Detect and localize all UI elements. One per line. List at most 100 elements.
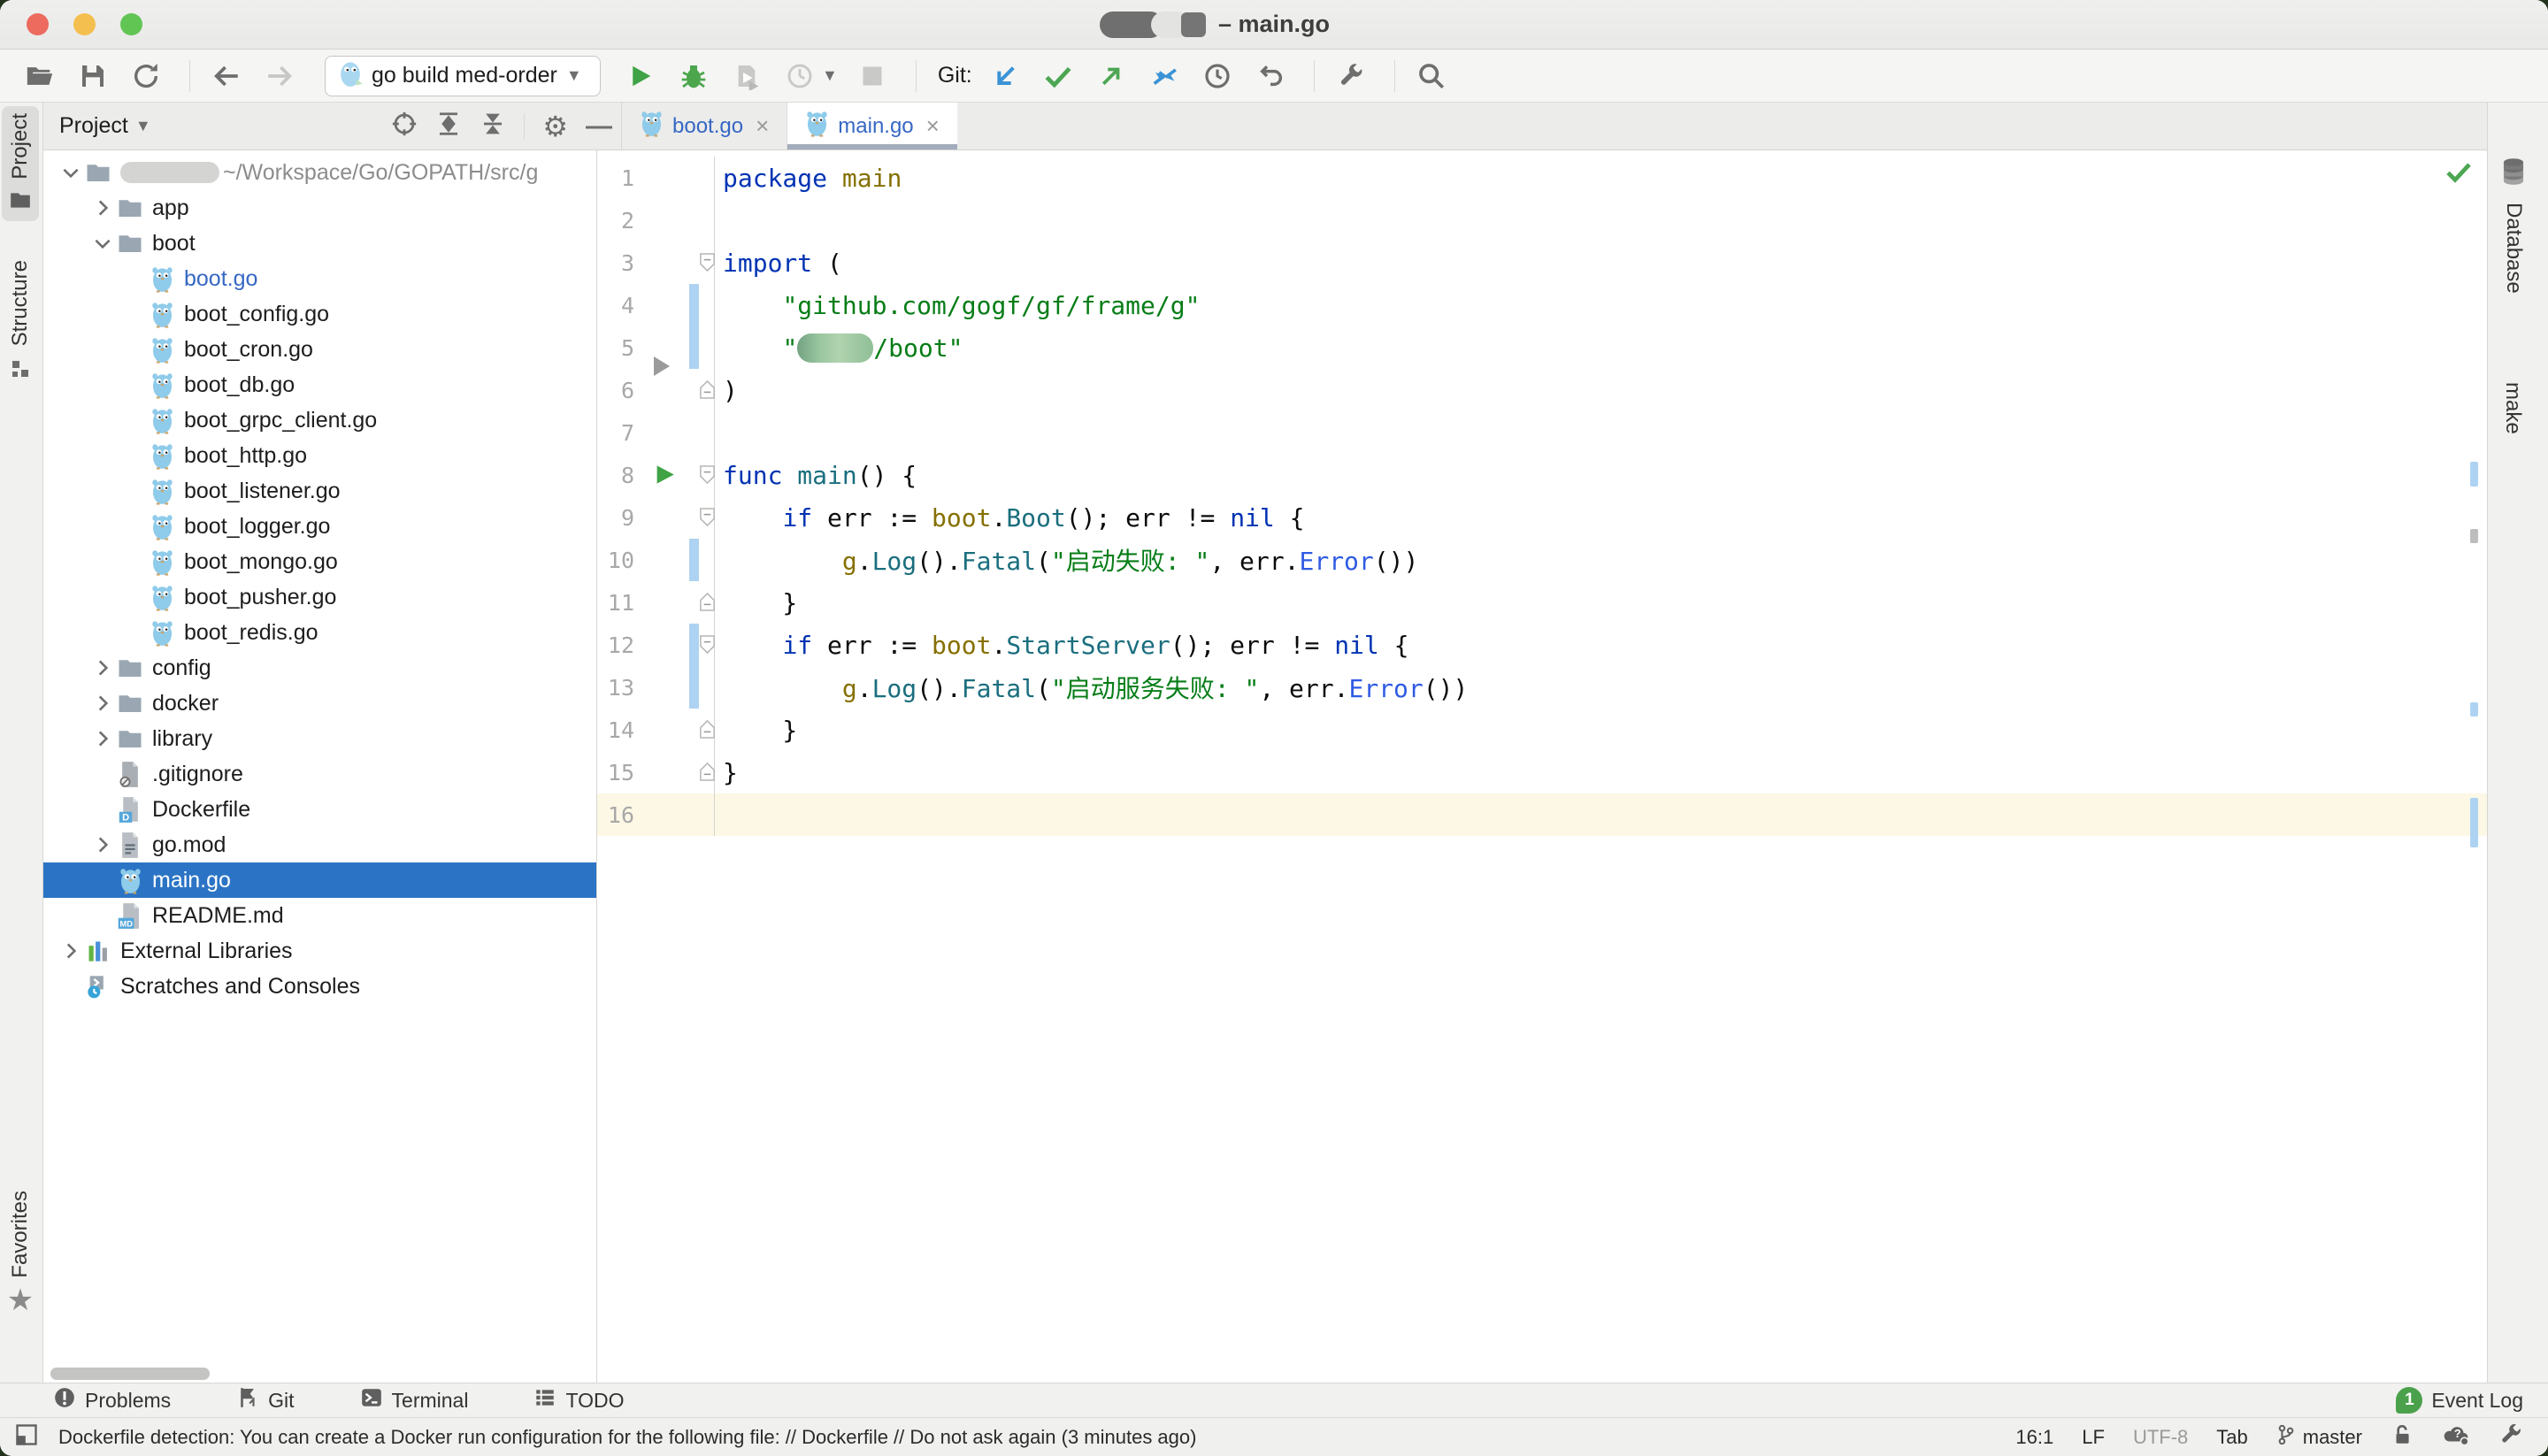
encoding-widget[interactable]: UTF-8: [2133, 1426, 2188, 1449]
chevron-down-icon[interactable]: [58, 159, 84, 186]
tree-item-External Libraries[interactable]: External Libraries: [43, 933, 596, 969]
save-all-icon[interactable]: [76, 59, 110, 93]
tree-item-boot_redis.go[interactable]: boot_redis.go: [43, 615, 596, 650]
chevron-right-icon[interactable]: [89, 831, 116, 858]
tree-item-boot_listener.go[interactable]: boot_listener.go: [43, 473, 596, 509]
editor-tab-boot.go[interactable]: boot.go×: [622, 103, 787, 149]
scrollbar-gray-mark[interactable]: [2470, 529, 2478, 543]
zoom-button[interactable]: [120, 13, 142, 35]
wrench-icon[interactable]: [1334, 59, 1368, 93]
tree-item-boot_grpc_client.go[interactable]: boot_grpc_client.go: [43, 402, 596, 438]
hide-panel-icon[interactable]: —: [586, 111, 612, 142]
fold-open-icon[interactable]: [698, 634, 717, 659]
chevron-right-icon[interactable]: [89, 195, 116, 221]
profiler-icon[interactable]: [783, 59, 817, 93]
inspection-ok-check-icon[interactable]: [2444, 157, 2473, 190]
expand-all-icon[interactable]: [435, 111, 462, 142]
fold-open-icon[interactable]: [698, 507, 717, 532]
gutter[interactable]: [634, 793, 715, 836]
tree-item-boot_config.go[interactable]: boot_config.go: [43, 296, 596, 332]
tree-item-boot_pusher.go[interactable]: boot_pusher.go: [43, 579, 596, 615]
forward-icon[interactable]: [263, 59, 296, 93]
editor-tab-main.go[interactable]: main.go×: [787, 103, 957, 149]
select-opened-file-icon[interactable]: [391, 111, 418, 142]
project-tree-panel[interactable]: ~/Workspace/Go/GOPATH/src/gappbootboot.g…: [43, 150, 597, 1383]
run-with-coverage-icon[interactable]: [730, 59, 764, 93]
git-branch-widget[interactable]: master: [2276, 1423, 2362, 1452]
tree-item-boot_http.go[interactable]: boot_http.go: [43, 438, 596, 473]
scrollbar-change-mark[interactable]: [2470, 462, 2478, 487]
tool-button-database[interactable]: Database: [2500, 157, 2527, 294]
gutter[interactable]: [634, 411, 715, 454]
unlock-icon[interactable]: [2391, 1423, 2414, 1452]
tool-button-make[interactable]: make: [2500, 382, 2525, 439]
tree-item-boot_db.go[interactable]: boot_db.go: [43, 367, 596, 402]
tool-button-project[interactable]: Project: [2, 106, 39, 221]
chevron-right-icon[interactable]: [58, 938, 84, 964]
tool-button-git[interactable]: Git: [236, 1386, 294, 1414]
tree-item-boot.go[interactable]: boot.go: [43, 261, 596, 296]
chevron-right-icon[interactable]: [89, 690, 116, 717]
rollback-icon[interactable]: [1254, 59, 1287, 93]
run-configuration-select[interactable]: go build med-order ▼: [325, 56, 601, 96]
tree-item-Dockerfile[interactable]: DDockerfile: [43, 792, 596, 827]
settings-gear-icon[interactable]: ⚙: [542, 113, 568, 140]
tree-item-config[interactable]: config: [43, 650, 596, 686]
tool-button-todo[interactable]: TODO: [533, 1386, 624, 1414]
scrollbar-change-mark[interactable]: [2470, 798, 2478, 847]
tree-item-.gitignore[interactable]: .gitignore: [43, 756, 596, 792]
tree-item-docker[interactable]: docker: [43, 686, 596, 721]
open-folder-icon[interactable]: [23, 59, 57, 93]
horizontal-scrollbar-thumb[interactable]: [50, 1368, 210, 1380]
run-main-gutter-icon[interactable]: [652, 463, 676, 491]
line-separator-widget[interactable]: LF: [2082, 1426, 2105, 1449]
stop-button[interactable]: [856, 59, 889, 93]
tree-item-boot_logger.go[interactable]: boot_logger.go: [43, 509, 596, 544]
fold-open-icon[interactable]: [698, 252, 717, 277]
tree-item-Scratches and Consoles[interactable]: Scratches and Consoles: [43, 969, 596, 1004]
collapse-all-icon[interactable]: [480, 111, 506, 142]
code-editor[interactable]: 1package main23import (4 "github.com/gog…: [597, 150, 2487, 1383]
gutter[interactable]: [634, 369, 715, 411]
gutter[interactable]: [634, 199, 715, 241]
wrench-small-icon[interactable]: [2498, 1422, 2523, 1452]
tree-item-app[interactable]: app: [43, 190, 596, 226]
tool-button-terminal[interactable]: Terminal: [360, 1386, 469, 1414]
tree-item-boot[interactable]: boot: [43, 226, 596, 261]
chevron-right-icon[interactable]: [89, 725, 116, 752]
gutter[interactable]: [634, 624, 715, 666]
toggle-tool-windows-icon[interactable]: [14, 1422, 39, 1452]
close-icon[interactable]: ×: [926, 112, 940, 140]
tree-item-README.md[interactable]: MDREADME.md: [43, 898, 596, 933]
git-update-icon[interactable]: [988, 59, 1022, 93]
indent-widget[interactable]: Tab: [2216, 1426, 2247, 1449]
fold-close-icon[interactable]: [698, 379, 717, 404]
gutter[interactable]: [634, 539, 715, 581]
chevron-down-icon[interactable]: [89, 230, 116, 257]
git-push-icon[interactable]: [1094, 59, 1128, 93]
gutter[interactable]: [634, 326, 715, 369]
fold-open-icon[interactable]: [698, 464, 717, 489]
gutter[interactable]: [634, 751, 715, 793]
tree-item-go.mod[interactable]: go.mod: [43, 827, 596, 862]
back-icon[interactable]: [210, 59, 243, 93]
minimize-button[interactable]: [73, 13, 96, 35]
tree-item-project-root[interactable]: ~/Workspace/Go/GOPATH/src/g: [43, 155, 596, 190]
scrollbar-change-mark[interactable]: [2470, 702, 2478, 717]
gutter[interactable]: [634, 581, 715, 624]
gutter[interactable]: [634, 157, 715, 199]
tree-item-boot_cron.go[interactable]: boot_cron.go: [43, 332, 596, 367]
ide-cloud-settings-icon[interactable]: ?: [2442, 1423, 2470, 1452]
tool-button-problems[interactable]: Problems: [53, 1386, 171, 1414]
debug-button[interactable]: [677, 59, 710, 93]
fold-close-icon[interactable]: [698, 719, 717, 744]
profiler-chevron-icon[interactable]: ▼: [822, 66, 838, 85]
search-icon[interactable]: [1415, 59, 1448, 93]
gutter[interactable]: [634, 709, 715, 751]
tool-button-favorites[interactable]: Favorites ★: [2, 1191, 39, 1314]
gutter[interactable]: [634, 496, 715, 539]
gutter[interactable]: [634, 454, 715, 496]
chevron-right-icon[interactable]: [89, 655, 116, 681]
tree-item-boot_mongo.go[interactable]: boot_mongo.go: [43, 544, 596, 579]
git-commit-icon[interactable]: [1041, 59, 1075, 93]
